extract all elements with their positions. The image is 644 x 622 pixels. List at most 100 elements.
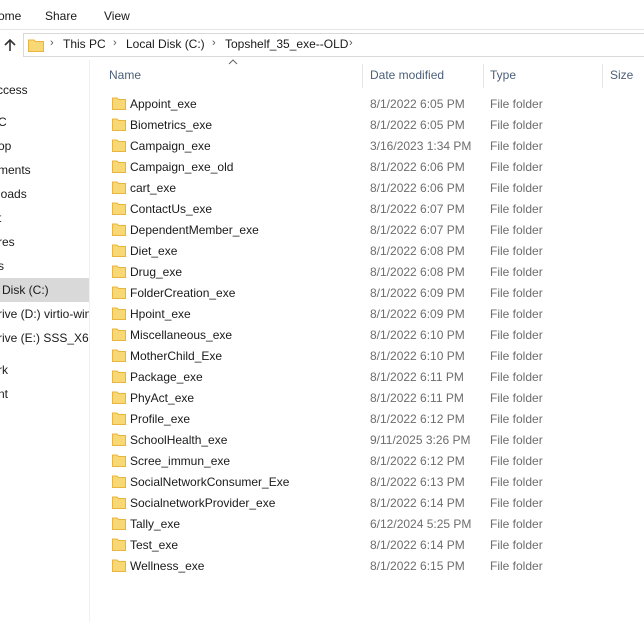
column-header-date-modified[interactable]: Date modified <box>370 68 444 82</box>
ribbon-tab-view[interactable]: View <box>104 9 130 23</box>
ribbon-tab-home[interactable]: ome <box>0 9 21 23</box>
file-date-modified: 8/1/2022 6:12 PM <box>370 412 465 426</box>
nav-item-other[interactable]: nt <box>0 382 89 406</box>
file-type: File folder <box>490 370 543 384</box>
breadcrumb-this-pc[interactable]: This PC <box>63 37 106 51</box>
file-date-modified: 8/1/2022 6:07 PM <box>370 202 465 216</box>
ribbon: ome Share View <box>0 0 644 30</box>
file-row[interactable]: Package_exe 8/1/2022 6:11 PM File folder <box>100 367 644 388</box>
file-row[interactable]: Tally_exe 6/12/2024 5:25 PM File folder <box>100 514 644 535</box>
folder-icon <box>112 181 126 194</box>
column-divider[interactable] <box>483 64 484 88</box>
column-divider[interactable] <box>362 64 363 88</box>
breadcrumb-current-folder[interactable]: Topshelf_35_exe--OLD <box>225 37 348 51</box>
nav-item-pictures[interactable]: res <box>0 230 89 254</box>
folder-icon <box>112 454 126 467</box>
file-date-modified: 8/1/2022 6:09 PM <box>370 307 465 321</box>
nav-item-label: nt <box>0 387 9 401</box>
file-date-modified: 8/1/2022 6:08 PM <box>370 244 465 258</box>
nav-item-desktop[interactable]: op <box>0 134 89 158</box>
file-name: Diet_exe <box>130 244 178 258</box>
file-name: Package_exe <box>130 370 203 384</box>
file-date-modified: 8/1/2022 6:12 PM <box>370 454 465 468</box>
file-row[interactable]: Hpoint_exe 8/1/2022 6:09 PM File folder <box>100 304 644 325</box>
ribbon-tab-share[interactable]: Share <box>45 9 77 23</box>
file-row[interactable]: DependentMember_exe 8/1/2022 6:07 PM File … <box>100 220 644 241</box>
folder-icon <box>112 160 126 173</box>
file-date-modified: 8/1/2022 6:09 PM <box>370 286 465 300</box>
folder-icon <box>112 496 126 509</box>
file-type: File folder <box>490 349 543 363</box>
folder-icon <box>112 202 126 215</box>
file-date-modified: 8/1/2022 6:15 PM <box>370 559 465 573</box>
file-name: SocialNetworkConsumer_Exe <box>130 475 290 489</box>
nav-item-videos[interactable]: s <box>0 254 89 278</box>
column-divider[interactable] <box>602 64 603 88</box>
file-row[interactable]: Campaign_exe_old 8/1/2022 6:06 PM File fol… <box>100 157 644 178</box>
file-name: Miscellaneous_exe <box>130 328 233 342</box>
nav-item-downloads[interactable]: loads <box>0 182 89 206</box>
file-type: File folder <box>490 139 543 153</box>
nav-item-network[interactable]: rk <box>0 358 89 382</box>
file-row[interactable]: cart_exe 8/1/2022 6:06 PM File folder <box>100 178 644 199</box>
column-header-size[interactable]: Size <box>610 68 633 82</box>
folder-icon <box>112 223 126 236</box>
up-arrow-icon[interactable] <box>3 38 17 52</box>
file-row[interactable]: MotherChild_Exe 8/1/2022 6:10 PM File fold… <box>100 346 644 367</box>
file-row[interactable]: FolderCreation_exe 8/1/2022 6:09 PM File f… <box>100 283 644 304</box>
nav-item-music[interactable]: t <box>0 206 89 230</box>
column-headers: Name Date modified Type Size <box>100 59 644 88</box>
column-header-type[interactable]: Type <box>490 68 516 82</box>
file-name: Wellness_exe <box>130 559 205 573</box>
file-date-modified: 6/12/2024 5:25 PM <box>370 517 472 531</box>
nav-item-label: rive (E:) SSS_X64F <box>0 331 89 345</box>
file-date-modified: 8/1/2022 6:14 PM <box>370 538 465 552</box>
file-date-modified: 8/1/2022 6:07 PM <box>370 223 465 237</box>
folder-icon <box>112 538 126 551</box>
file-row[interactable]: ContactUs_exe 8/1/2022 6:07 PM File folder <box>100 199 644 220</box>
nav-item-label: loads <box>0 187 27 201</box>
nav-item-drive-d[interactable]: rive (D:) virtio-win <box>0 302 89 326</box>
file-row[interactable]: Miscellaneous_exe 8/1/2022 6:10 PM File fo… <box>100 325 644 346</box>
nav-item-quick-access[interactable]: ccess <box>0 78 89 102</box>
file-row[interactable]: Scree_immun_exe 8/1/2022 6:12 PM File fold… <box>100 451 644 472</box>
file-row[interactable]: PhyAct_exe 8/1/2022 6:11 PM File folder <box>100 388 644 409</box>
file-name: SchoolHealth_exe <box>130 433 228 447</box>
file-row[interactable]: Campaign_exe 3/16/2023 1:34 PM File folder <box>100 136 644 157</box>
nav-item-documents[interactable]: ments <box>0 158 89 182</box>
file-type: File folder <box>490 328 543 342</box>
nav-item-this-pc[interactable]: C <box>0 110 89 134</box>
file-type: File folder <box>490 202 543 216</box>
nav-item-drive-e[interactable]: rive (E:) SSS_X64F <box>0 326 89 350</box>
chevron-right-icon[interactable]: › <box>113 37 117 49</box>
file-row[interactable]: Wellness_exe 8/1/2022 6:15 PM File folder <box>100 556 644 577</box>
file-row[interactable]: Appoint_exe 8/1/2022 6:05 PM File folder <box>100 94 644 115</box>
chevron-right-icon[interactable]: › <box>212 37 216 49</box>
file-date-modified: 8/1/2022 6:14 PM <box>370 496 465 510</box>
file-row[interactable]: SocialNetworkConsumer_Exe 8/1/2022 6:13 P… <box>100 472 644 493</box>
chevron-right-icon[interactable]: › <box>50 37 54 49</box>
file-type: File folder <box>490 559 543 573</box>
file-row[interactable]: Drug_exe 8/1/2022 6:08 PM File folder <box>100 262 644 283</box>
nav-item-local-disk-c[interactable]: Disk (C:) <box>0 278 89 302</box>
file-date-modified: 8/1/2022 6:05 PM <box>370 118 465 132</box>
nav-item-label: res <box>0 235 15 249</box>
nav-item-label: rk <box>0 363 8 377</box>
file-type: File folder <box>490 223 543 237</box>
file-row[interactable]: SocialnetworkProvider_exe 8/1/2022 6:14 P… <box>100 493 644 514</box>
file-row[interactable]: Biometrics_exe 8/1/2022 6:05 PM File folde… <box>100 115 644 136</box>
file-type: File folder <box>490 286 543 300</box>
breadcrumb-local-disk[interactable]: Local Disk (C:) <box>126 37 205 51</box>
file-row[interactable]: Profile_exe 8/1/2022 6:12 PM File folder <box>100 409 644 430</box>
column-header-name[interactable]: Name <box>109 68 141 82</box>
file-type: File folder <box>490 391 543 405</box>
folder-icon <box>112 244 126 257</box>
folder-icon <box>112 370 126 383</box>
file-row[interactable]: Diet_exe 8/1/2022 6:08 PM File folder <box>100 241 644 262</box>
nav-item-label: op <box>0 139 12 153</box>
folder-icon <box>112 475 126 488</box>
address-bar[interactable]: › This PC › Local Disk (C:) › Topshelf_3… <box>23 33 644 57</box>
chevron-right-icon[interactable]: › <box>349 37 353 49</box>
file-row[interactable]: Test_exe 8/1/2022 6:14 PM File folder <box>100 535 644 556</box>
file-row[interactable]: SchoolHealth_exe 9/11/2025 3:26 PM File fo… <box>100 430 644 451</box>
